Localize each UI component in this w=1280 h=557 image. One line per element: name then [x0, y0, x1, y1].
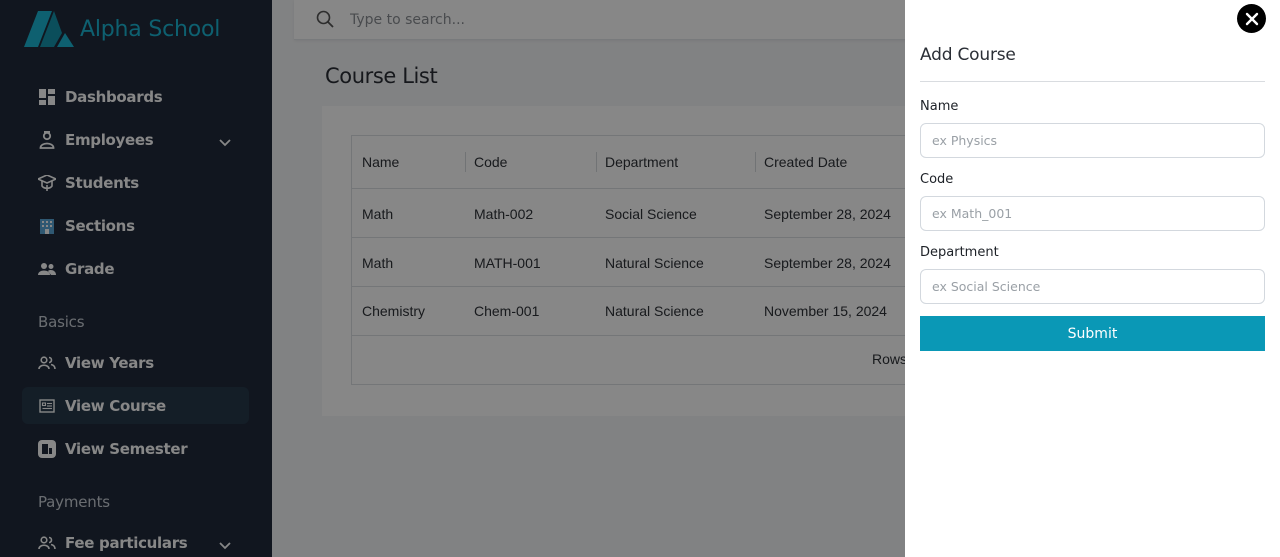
modal-overlay[interactable]	[0, 0, 905, 557]
submit-button[interactable]: Submit	[920, 316, 1265, 351]
divider	[920, 81, 1265, 82]
add-course-drawer: Add Course Name Code Department Submit	[905, 0, 1280, 557]
close-button[interactable]	[1237, 4, 1266, 33]
department-field[interactable]	[920, 269, 1265, 304]
name-field-label: Name	[920, 99, 959, 114]
code-field-label: Code	[920, 172, 954, 187]
close-icon	[1245, 12, 1258, 25]
department-field-label: Department	[920, 245, 999, 260]
name-field[interactable]	[920, 123, 1265, 158]
code-field[interactable]	[920, 196, 1265, 231]
drawer-title: Add Course	[920, 45, 1016, 65]
